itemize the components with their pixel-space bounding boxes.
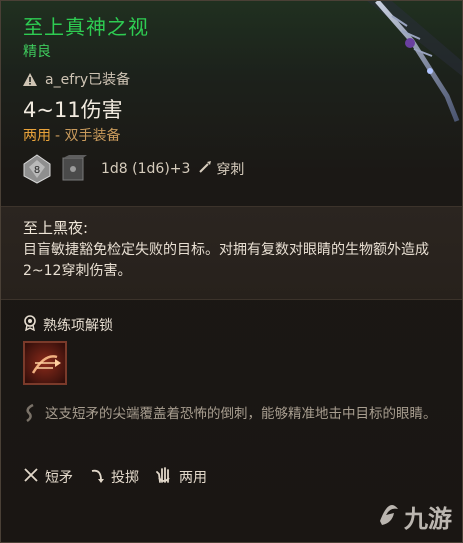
handedness: 两用 - 双手装备: [23, 125, 121, 145]
watermark: 九游: [376, 499, 452, 534]
property-spear: 短矛: [23, 467, 73, 487]
watermark-logo-icon: [376, 501, 402, 533]
item-rarity: 精良: [23, 44, 51, 60]
property-label: 两用: [179, 470, 207, 486]
flavor-text: 这支短矛的尖端覆盖着恐怖的倒刺，能够精准地击中目标的眼睛。: [45, 406, 437, 422]
proficiency-unlock: 熟练项解锁: [23, 315, 113, 335]
proficiency-label: 熟练项解锁: [43, 318, 113, 334]
proficiency-action-icon[interactable]: [23, 341, 67, 385]
d8-die-icon: 8: [23, 154, 51, 184]
damage-type-label: 穿刺: [216, 162, 245, 178]
handedness-primary: 两用: [23, 128, 51, 144]
damage-formula: 1d8 (1d6)+3: [101, 161, 191, 177]
special-ability-section: 至上黑夜: 目盲敏捷豁免检定失败的目标。对拥有复数对眼睛的生物额外造成2~12穿…: [1, 206, 462, 300]
special-ability-title: 至上黑夜:: [23, 219, 89, 237]
handedness-secondary: - 双手装备: [55, 128, 121, 144]
damage-range: 4~11伤害: [23, 98, 123, 122]
equipped-status: a_efry已装备: [23, 69, 130, 89]
property-versatile: 两用: [155, 466, 207, 488]
watermark-text: 九游: [404, 505, 452, 533]
weapon-properties: 短矛 投掷 两用: [23, 466, 207, 488]
spear-icon: [23, 467, 39, 487]
throw-icon: [89, 467, 105, 487]
svg-text:8: 8: [34, 165, 40, 176]
flavor-text-row: 这支短矛的尖端覆盖着恐怖的倒刺，能够精准地击中目标的眼睛。: [23, 403, 445, 430]
hand-icon: [155, 466, 173, 488]
equipped-by-label: a_efry已装备: [45, 72, 131, 88]
d6-die-icon: [59, 154, 87, 184]
property-throw: 投掷: [89, 467, 139, 487]
special-ability-description: 目盲敏捷豁免检定失败的目标。对拥有复数对眼睛的生物额外造成2~12穿刺伤害。: [23, 242, 429, 279]
property-label: 短矛: [45, 470, 73, 486]
badge-icon: [23, 315, 37, 335]
piercing-icon: [198, 160, 212, 178]
property-label: 投掷: [111, 470, 139, 486]
damage-dice-row: 8 1d8 (1d6)+3 穿刺: [23, 154, 244, 184]
item-tooltip: 至上真神之视 精良 a_efry已装备 4~11伤害 两用 - 双手装备 8 1…: [0, 0, 463, 543]
quote-icon: [23, 403, 37, 430]
weapon-art-icon: [367, 1, 462, 122]
warning-icon: [23, 72, 37, 86]
damage-type: 穿刺: [198, 159, 244, 179]
item-name: 至上真神之视: [23, 15, 149, 39]
